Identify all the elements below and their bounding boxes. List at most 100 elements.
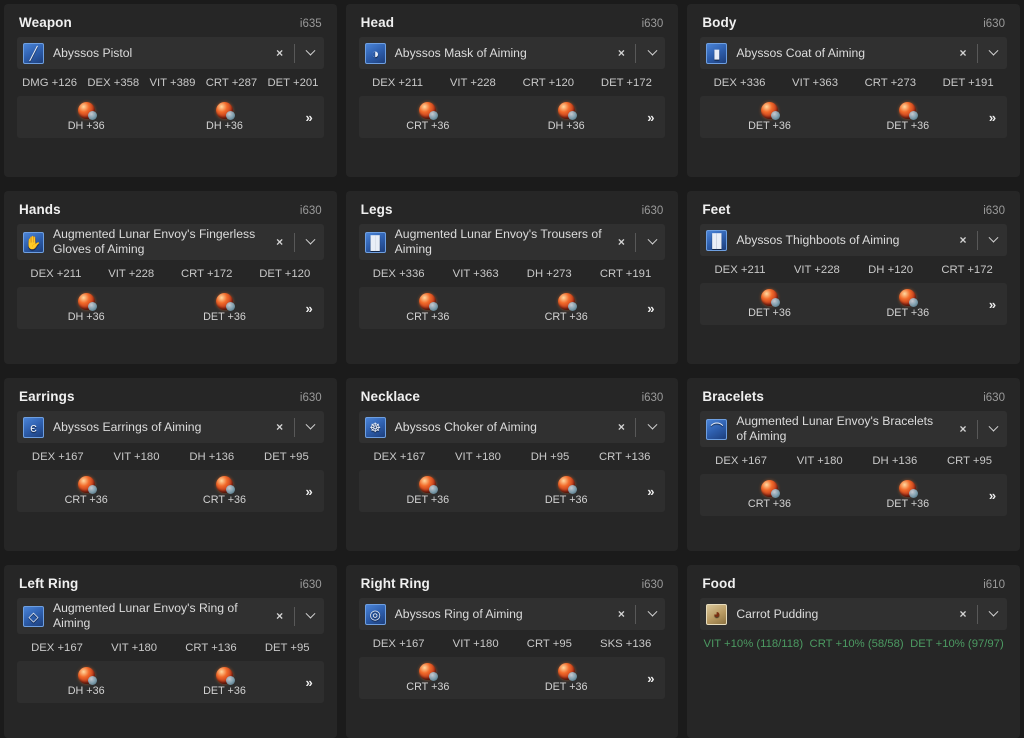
- item-select-row[interactable]: ✋ Augmented Lunar Envoy's Fingerless Glov…: [17, 224, 324, 260]
- item-name-label[interactable]: Abyssos Mask of Aiming: [386, 46, 611, 61]
- expand-materia-button[interactable]: »: [294, 110, 324, 125]
- stat-value: DEX +336: [713, 77, 766, 89]
- item-select-row[interactable]: ◇ Augmented Lunar Envoy's Ring of Aiming ×: [17, 598, 324, 634]
- item-select-row[interactable]: є Abyssos Earrings of Aiming ×: [17, 411, 324, 443]
- chevron-down-icon[interactable]: [981, 42, 1007, 64]
- materia-slot[interactable]: CRT +36: [155, 476, 293, 506]
- materia-slot[interactable]: DH +36: [497, 102, 635, 132]
- expand-materia-button[interactable]: »: [635, 671, 665, 686]
- item-name-label[interactable]: Abyssos Earrings of Aiming: [44, 420, 269, 435]
- expand-materia-button[interactable]: »: [635, 110, 665, 125]
- materia-slot[interactable]: DH +36: [155, 102, 293, 132]
- materia-slot[interactable]: CRT +36: [17, 476, 155, 506]
- materia-label: DET +36: [886, 120, 930, 132]
- stat-value: CRT +191: [599, 268, 652, 280]
- materia-strip: DH +36 DET +36 »: [17, 287, 324, 329]
- slot-name-label: Left Ring: [19, 576, 79, 591]
- item-name-label[interactable]: Carrot Pudding: [727, 607, 952, 622]
- item-select-row[interactable]: ╱ Abyssos Pistol ×: [17, 37, 324, 69]
- chevron-down-icon[interactable]: [981, 603, 1007, 625]
- materia-slot[interactable]: DET +36: [839, 102, 977, 132]
- chevron-down-icon[interactable]: [981, 418, 1007, 440]
- expand-materia-button[interactable]: »: [977, 488, 1007, 503]
- chevron-down-icon[interactable]: [639, 42, 665, 64]
- materia-strip: CRT +36 DET +36 »: [700, 474, 1007, 516]
- clear-item-button[interactable]: ×: [269, 231, 291, 253]
- clear-item-button[interactable]: ×: [952, 603, 974, 625]
- materia-label: DET +36: [886, 498, 930, 510]
- item-name-label[interactable]: Augmented Lunar Envoy's Fingerless Glove…: [44, 227, 269, 257]
- clear-item-button[interactable]: ×: [269, 416, 291, 438]
- item-select-row[interactable]: ⌒ Augmented Lunar Envoy's Bracelets of Ai…: [700, 411, 1007, 447]
- materia-slot[interactable]: DET +36: [497, 663, 635, 693]
- item-select-row[interactable]: ◑ Abyssos Mask of Aiming ×: [358, 37, 666, 69]
- chevron-down-icon[interactable]: [298, 605, 324, 627]
- expand-materia-button[interactable]: »: [635, 484, 665, 499]
- clear-item-button[interactable]: ×: [610, 603, 632, 625]
- clear-item-button[interactable]: ×: [952, 229, 974, 251]
- materia-slot[interactable]: CRT +36: [359, 293, 497, 323]
- materia-slot[interactable]: DH +36: [17, 102, 155, 132]
- item-icon-glyph: ▐▌: [707, 232, 727, 248]
- stat-value: DEX +336: [372, 268, 425, 280]
- item-name-label[interactable]: Augmented Lunar Envoy's Bracelets of Aim…: [727, 414, 952, 444]
- item-stats-row: DEX +167 VIT +180 DH +136 CRT +95: [700, 447, 1007, 474]
- materia-slot[interactable]: CRT +36: [359, 663, 497, 693]
- materia-slot[interactable]: DET +36: [700, 102, 838, 132]
- slot-name-label: Earrings: [19, 389, 75, 404]
- materia-slot[interactable]: DET +36: [155, 667, 293, 697]
- chevron-down-icon[interactable]: [981, 229, 1007, 251]
- clear-item-button[interactable]: ×: [952, 418, 974, 440]
- chevron-down-icon[interactable]: [298, 416, 324, 438]
- materia-gem-icon: [760, 289, 780, 307]
- materia-slot[interactable]: DET +36: [359, 476, 497, 506]
- item-select-row[interactable]: ◕ Carrot Pudding ×: [700, 598, 1007, 630]
- bracelets-icon: ⌒: [706, 418, 728, 440]
- materia-slot[interactable]: CRT +36: [359, 102, 497, 132]
- expand-materia-button[interactable]: »: [635, 301, 665, 316]
- item-name-label[interactable]: Abyssos Thighboots of Aiming: [727, 233, 952, 248]
- clear-item-button[interactable]: ×: [610, 42, 632, 64]
- item-name-label[interactable]: Abyssos Choker of Aiming: [386, 420, 611, 435]
- item-name-label[interactable]: Abyssos Ring of Aiming: [386, 607, 611, 622]
- clear-item-button[interactable]: ×: [269, 42, 291, 64]
- item-name-label[interactable]: Abyssos Coat of Aiming: [727, 46, 952, 61]
- item-name-label[interactable]: Augmented Lunar Envoy's Trousers of Aimi…: [386, 227, 611, 257]
- clear-item-button[interactable]: ×: [269, 605, 291, 627]
- chevron-down-icon[interactable]: [639, 416, 665, 438]
- materia-slot[interactable]: DH +36: [17, 293, 155, 323]
- item-select-row[interactable]: ▐▌ Abyssos Thighboots of Aiming ×: [700, 224, 1007, 256]
- stat-value: CRT +95: [526, 638, 572, 650]
- clear-item-button[interactable]: ×: [610, 416, 632, 438]
- item-name-label[interactable]: Augmented Lunar Envoy's Ring of Aiming: [44, 601, 269, 631]
- item-select-row[interactable]: ◎ Abyssos Ring of Aiming ×: [358, 598, 666, 630]
- materia-slot[interactable]: DET +36: [155, 293, 293, 323]
- divider: [293, 43, 295, 63]
- clear-item-button[interactable]: ×: [610, 231, 632, 253]
- materia-slot[interactable]: DET +36: [839, 480, 977, 510]
- item-select-row[interactable]: ▮ Abyssos Coat of Aiming ×: [700, 37, 1007, 69]
- item-select-row[interactable]: ☸ Abyssos Choker of Aiming ×: [358, 411, 666, 443]
- left-ring-icon: ◇: [23, 605, 44, 627]
- materia-slot[interactable]: CRT +36: [497, 293, 635, 323]
- materia-slot[interactable]: DH +36: [17, 667, 155, 697]
- expand-materia-button[interactable]: »: [977, 110, 1007, 125]
- clear-item-button[interactable]: ×: [952, 42, 974, 64]
- materia-slot[interactable]: DET +36: [497, 476, 635, 506]
- expand-materia-button[interactable]: »: [294, 301, 324, 316]
- expand-materia-button[interactable]: »: [294, 675, 324, 690]
- materia-slot[interactable]: CRT +36: [700, 480, 838, 510]
- item-name-label[interactable]: Abyssos Pistol: [44, 46, 269, 61]
- materia-slot[interactable]: DET +36: [700, 289, 838, 319]
- chevron-down-icon[interactable]: [298, 42, 324, 64]
- chevron-down-icon[interactable]: [298, 231, 324, 253]
- gear-slot-card: Body i630 ▮ Abyssos Coat of Aiming × DEX +336…: [687, 4, 1020, 177]
- slot-name-label: Hands: [19, 202, 61, 217]
- materia-slot[interactable]: DET +36: [839, 289, 977, 319]
- stat-value: VIT +180: [455, 451, 501, 463]
- item-select-row[interactable]: ▐▌ Augmented Lunar Envoy's Trousers of Ai…: [358, 224, 666, 260]
- chevron-down-icon[interactable]: [639, 603, 665, 625]
- expand-materia-button[interactable]: »: [977, 297, 1007, 312]
- chevron-down-icon[interactable]: [639, 231, 665, 253]
- expand-materia-button[interactable]: »: [294, 484, 324, 499]
